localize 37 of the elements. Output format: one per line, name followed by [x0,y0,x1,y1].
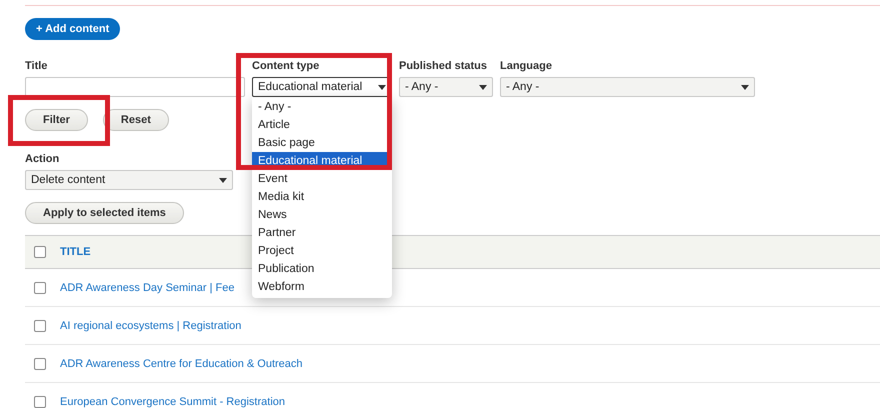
add-content-button[interactable]: + Add content [25,18,120,40]
dropdown-option[interactable]: Publication [252,260,392,278]
filter-label: Published status [399,60,488,72]
checkbox[interactable] [34,358,46,370]
caret-icon [378,84,386,90]
dropdown-option[interactable]: Article [252,116,392,134]
dropdown-option[interactable]: Basic page [252,134,392,152]
filter-label: Content type [252,60,320,72]
dropdown-option[interactable]: Partner [252,224,392,242]
checkbox[interactable] [34,282,46,294]
title-link[interactable]: ADR Awareness Day Seminar | Fee [60,282,234,294]
filter-label: Language [500,60,552,72]
dropdown-option[interactable]: Project [252,242,392,260]
title-link[interactable]: AI regional ecosystems | Registration [60,320,242,332]
filter-button[interactable]: Filter [25,109,88,131]
dropdown-option[interactable]: News [252,206,392,224]
column-header[interactable]: TITLE [60,246,91,258]
caret-icon [741,84,749,90]
reset-button[interactable]: Reset [102,109,169,131]
filter-label: Title [25,60,48,72]
checkbox[interactable] [34,396,46,408]
dropdown-option[interactable]: Media kit [252,188,392,206]
apply-button[interactable]: Apply to selected items [25,202,184,224]
select-field[interactable]: - Any - [500,77,755,97]
title-field[interactable] [25,77,245,97]
caret-icon [479,84,487,90]
caret-icon [219,178,227,182]
title-link[interactable]: ADR Awareness Centre for Education & Outreach [60,358,303,370]
dropdown-option[interactable]: - Any - [252,98,392,116]
title-link[interactable]: European Convergence Summit - Registration [60,396,286,408]
select-field[interactable]: Delete content [25,170,233,190]
checkbox[interactable] [34,320,46,332]
dropdown-option[interactable]: Webform [252,278,392,296]
dropdown-option[interactable]: Event [252,170,392,188]
action-label: Action [25,153,60,165]
checkbox[interactable] [34,246,46,258]
select-field[interactable]: - Any - [399,77,493,97]
